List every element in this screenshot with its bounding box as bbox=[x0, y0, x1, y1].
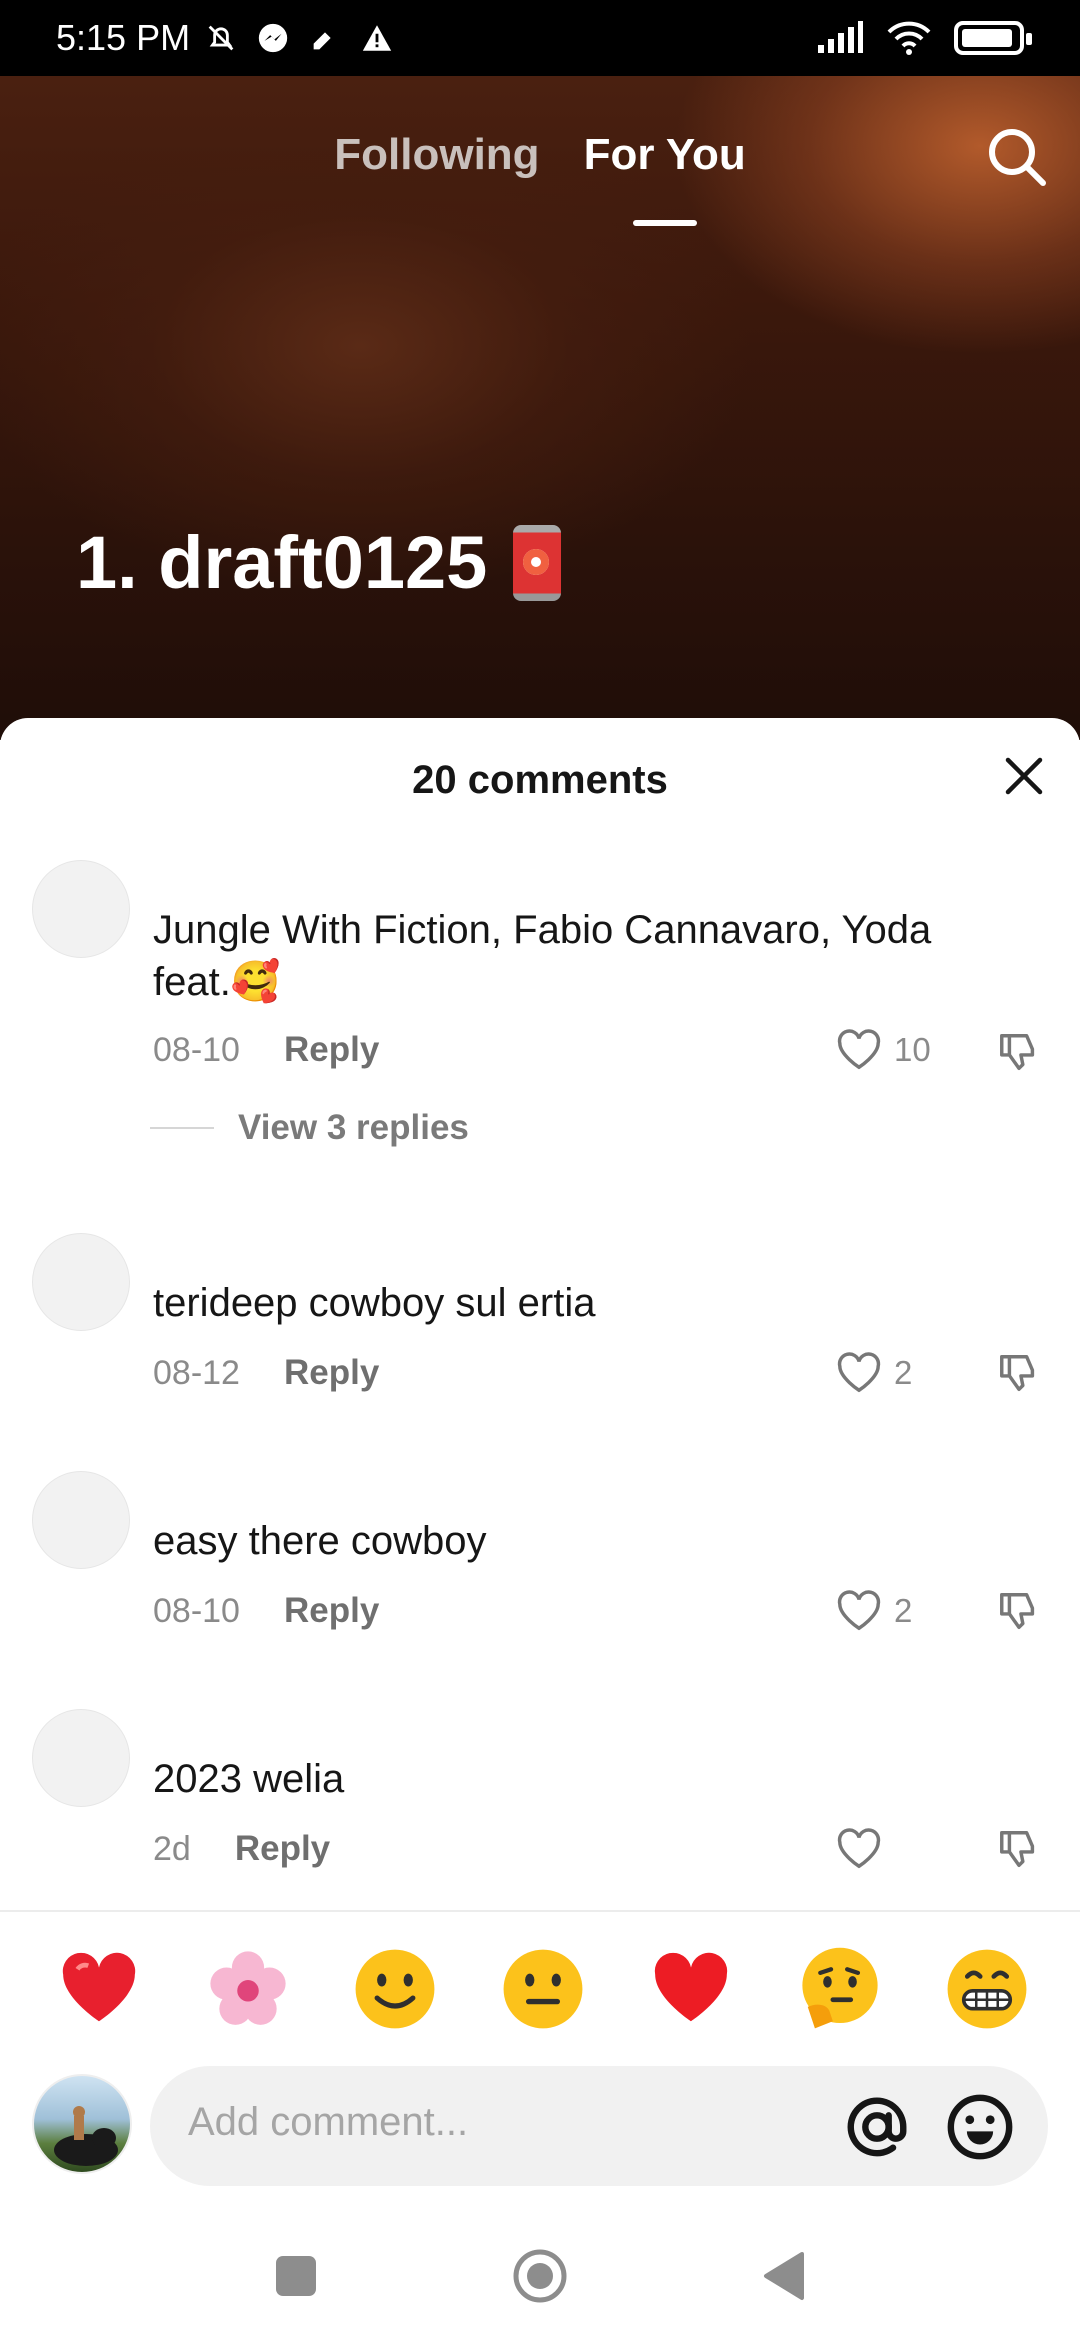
view-replies-label: View 3 replies bbox=[238, 1108, 469, 1147]
grinning-face-emoji-button[interactable] bbox=[944, 1946, 1030, 2032]
tomato-can-icon bbox=[513, 524, 562, 601]
comment-date: 08-10 bbox=[153, 1591, 240, 1630]
thumbs-down-icon[interactable] bbox=[996, 1827, 1042, 1873]
emoji-quick-bar bbox=[0, 1946, 1080, 2036]
battery-icon bbox=[954, 21, 1032, 55]
close-icon[interactable] bbox=[998, 750, 1050, 802]
comment-meta: 08-10 Reply bbox=[153, 1030, 379, 1070]
red-heart-emoji-button[interactable] bbox=[56, 1946, 142, 2032]
warning-icon bbox=[362, 25, 392, 51]
comment-composer: Add comment... bbox=[0, 2064, 1080, 2188]
video-caption-text: 1. draft0125 bbox=[76, 521, 488, 604]
comment-date: 08-10 bbox=[153, 1030, 240, 1069]
home-button-icon[interactable] bbox=[512, 2248, 568, 2304]
emoji-picker-icon[interactable] bbox=[945, 2092, 1015, 2162]
commenter-avatar[interactable] bbox=[32, 1709, 130, 1807]
like-count: 10 bbox=[894, 1031, 931, 1068]
like-count: 2 bbox=[894, 1592, 913, 1629]
comment-text: terideep cowboy sul ertia bbox=[153, 1281, 596, 1325]
mention-icon[interactable] bbox=[842, 2092, 912, 2162]
recent-apps-button[interactable] bbox=[276, 2256, 316, 2296]
video-caption: 1. draft0125 bbox=[76, 520, 562, 605]
notification-icons bbox=[204, 21, 394, 55]
emoji-bar-divider bbox=[0, 1910, 1080, 1912]
comment-meta: 08-12 Reply bbox=[153, 1353, 379, 1393]
reply-button[interactable]: Reply bbox=[284, 1030, 379, 1070]
neutral-face-emoji-button[interactable] bbox=[500, 1946, 586, 2032]
comment-text: 2023 welia bbox=[153, 1757, 345, 1801]
bell-off-icon bbox=[208, 25, 234, 51]
tab-following[interactable]: Following bbox=[334, 130, 539, 180]
search-icon[interactable] bbox=[982, 122, 1052, 192]
commenter-avatar[interactable] bbox=[32, 860, 130, 958]
slightly-smiling-face-emoji-button[interactable] bbox=[352, 1946, 438, 2032]
heart-icon bbox=[837, 1590, 881, 1631]
reply-button[interactable]: Reply bbox=[284, 1353, 379, 1393]
divider-line bbox=[150, 1127, 214, 1129]
heart-icon bbox=[837, 1828, 881, 1869]
feed-tabs: Following For You bbox=[0, 130, 1080, 180]
like-button[interactable] bbox=[836, 1827, 894, 1871]
status-bar: 5:15 PM bbox=[0, 0, 1080, 76]
status-time: 5:15 PM bbox=[56, 17, 191, 58]
comment-text: Jungle With Fiction, Fabio Cannavaro, Yo… bbox=[153, 908, 932, 1004]
comment-meta: 08-10 Reply bbox=[153, 1591, 379, 1631]
like-button[interactable]: 2 bbox=[836, 1351, 912, 1395]
heart-icon bbox=[837, 1352, 881, 1393]
tab-for-you[interactable]: For You bbox=[584, 130, 746, 180]
thumbs-down-icon[interactable] bbox=[996, 1589, 1042, 1635]
heart-icon bbox=[837, 1029, 881, 1070]
comments-count-title: 20 comments bbox=[412, 758, 668, 802]
reply-button[interactable]: Reply bbox=[284, 1591, 379, 1631]
system-status-icons bbox=[816, 20, 1032, 56]
cherry-blossom-emoji-button[interactable] bbox=[205, 1946, 291, 2032]
pen-icon bbox=[313, 32, 331, 50]
like-button[interactable]: 2 bbox=[836, 1589, 912, 1633]
signal-icon bbox=[818, 21, 863, 53]
commenter-avatar[interactable] bbox=[32, 1233, 130, 1331]
reply-button[interactable]: Reply bbox=[235, 1829, 330, 1869]
comment-text: easy there cowboy bbox=[153, 1519, 487, 1563]
comment-input-placeholder: Add comment... bbox=[188, 2100, 469, 2144]
heart-emoji-button[interactable] bbox=[648, 1946, 734, 2032]
user-avatar[interactable] bbox=[32, 2074, 132, 2174]
thinking-face-emoji-button[interactable] bbox=[797, 1946, 883, 2032]
like-count: 2 bbox=[894, 1354, 913, 1391]
like-button[interactable]: 10 bbox=[836, 1028, 931, 1072]
comment-date: 2d bbox=[153, 1829, 191, 1868]
comment-input[interactable]: Add comment... bbox=[150, 2066, 1048, 2186]
wifi-icon bbox=[887, 21, 931, 55]
avatar-image bbox=[54, 2106, 118, 2166]
back-button-icon[interactable] bbox=[760, 2250, 806, 2302]
thumbs-down-icon[interactable] bbox=[996, 1351, 1042, 1397]
thumbs-down-icon[interactable] bbox=[996, 1030, 1042, 1076]
view-replies-button[interactable]: View 3 replies bbox=[150, 1108, 469, 1148]
commenter-avatar[interactable] bbox=[32, 1471, 130, 1569]
comment-date: 08-12 bbox=[153, 1353, 240, 1392]
messenger-icon bbox=[258, 23, 288, 53]
comment-meta: 2d Reply bbox=[153, 1829, 330, 1869]
system-navigation-bar bbox=[0, 2230, 1080, 2340]
